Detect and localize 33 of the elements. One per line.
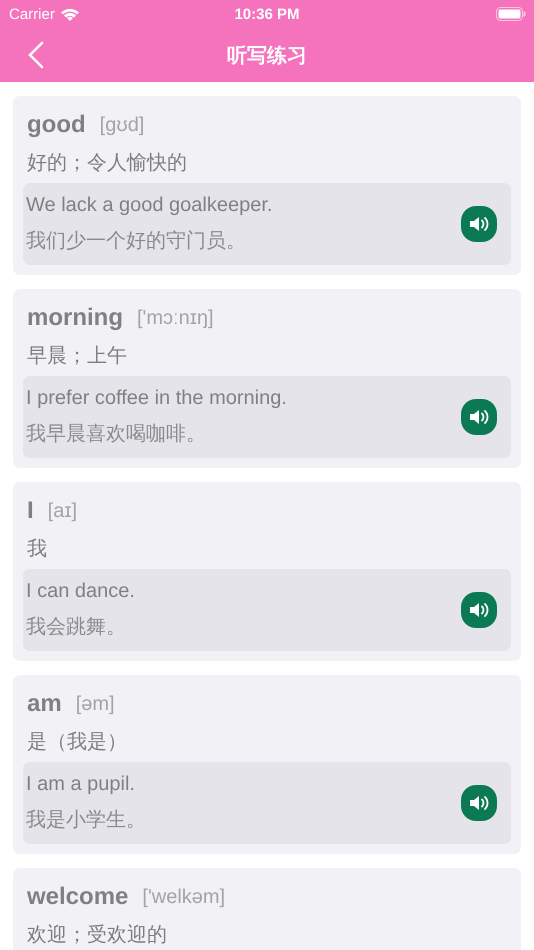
phonetic-text: ['welkəm] bbox=[142, 886, 226, 908]
speaker-button[interactable] bbox=[461, 592, 497, 628]
clock-time: 10:36 PM bbox=[233, 6, 301, 22]
back-icon[interactable] bbox=[28, 41, 44, 69]
example-translation: 我们少一个好的守门员。 bbox=[26, 229, 247, 254]
phonetic-text: [əm] bbox=[76, 692, 115, 716]
word-text: good bbox=[27, 111, 86, 139]
meaning-text: 欢迎；受欢迎的 bbox=[26, 923, 168, 948]
meaning-text: 我 bbox=[26, 537, 48, 562]
word-text: I bbox=[27, 497, 34, 525]
phonetic-text: ['mɔːnɪŋ] bbox=[137, 306, 214, 330]
phonetic-text: [gʊd] bbox=[100, 114, 144, 136]
word-text: am bbox=[27, 690, 62, 718]
word-text: welcome bbox=[27, 883, 128, 911]
meaning-text: 是（我是） bbox=[26, 730, 128, 755]
word-text: morning bbox=[27, 304, 123, 332]
speaker-button[interactable] bbox=[461, 206, 497, 242]
page-title: 听写练习 bbox=[227, 44, 307, 68]
carrier-label: Carrier bbox=[9, 6, 55, 22]
phonetic-text: [aɪ] bbox=[48, 500, 78, 522]
meaning-text: 早晨；上午 bbox=[26, 344, 128, 369]
example-sentence: I prefer coffee in the morning. bbox=[26, 387, 287, 410]
speaker-button[interactable] bbox=[461, 785, 497, 821]
example-translation: 我早晨喜欢喝咖啡。 bbox=[26, 422, 207, 447]
example-translation: 我会跳舞。 bbox=[26, 615, 127, 640]
battery-icon bbox=[496, 7, 526, 21]
speaker-button[interactable] bbox=[461, 399, 497, 435]
example-translation: 我是小学生。 bbox=[26, 808, 146, 833]
example-sentence: We lack a good goalkeeper. bbox=[26, 194, 272, 217]
example-sentence: I am a pupil. bbox=[26, 773, 136, 796]
wifi-icon bbox=[60, 6, 80, 22]
example-sentence: I can dance. bbox=[26, 580, 135, 603]
meaning-text: 好的；令人愉快的 bbox=[26, 151, 188, 176]
